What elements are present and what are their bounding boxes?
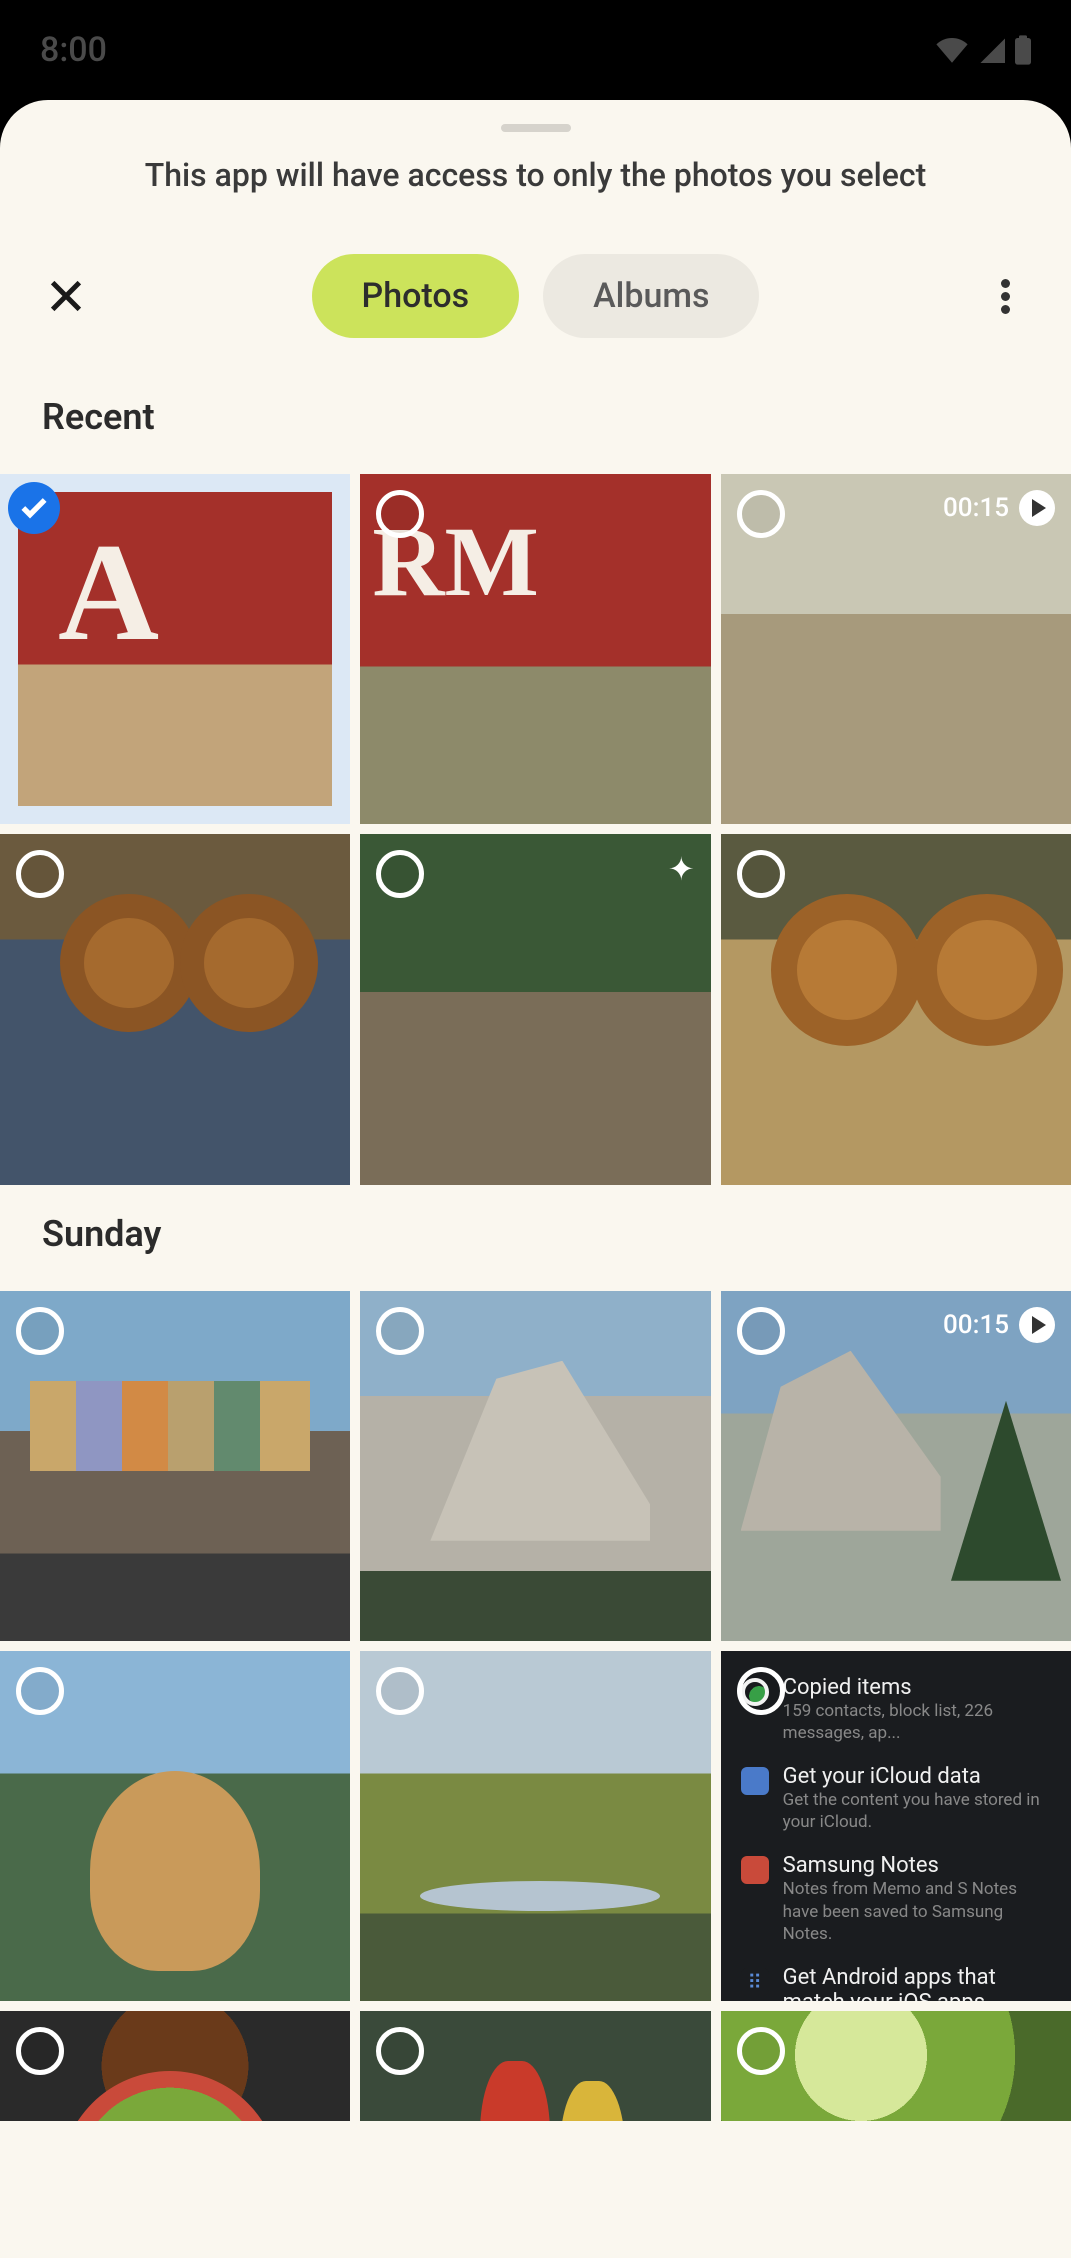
section-header-sunday: Sunday [0,1185,1071,1291]
notification-subtitle: 159 contacts, block list, 226 messages, … [783,1700,1051,1744]
video-thumbnail[interactable]: 00:15 [721,474,1071,824]
notification-subtitle: Notes from Memo and S Notes have been sa… [783,1878,1051,1944]
video-duration: 00:15 [943,493,1009,523]
photo-thumbnail[interactable] [0,2011,350,2121]
photo-thumbnail[interactable] [721,2011,1071,2121]
photo-thumbnail[interactable] [0,834,350,1184]
apps-grid-icon: ⠿ [741,1968,769,1996]
photo-thumbnail[interactable] [721,834,1071,1184]
notification-title: Copied items [783,1675,1051,1700]
selection-indicator[interactable] [737,850,785,898]
thumbnail-image [18,492,332,806]
check-icon [18,492,50,524]
photo-thumbnail[interactable] [0,474,350,824]
selection-indicator[interactable] [737,2027,785,2075]
close-button[interactable] [36,266,96,326]
photo-thumbnail[interactable]: ✦ [360,834,710,1184]
battery-icon [1015,35,1031,65]
close-icon [46,276,86,316]
selection-indicator[interactable] [737,490,785,538]
selection-indicator[interactable] [16,850,64,898]
play-icon [1019,1307,1055,1343]
video-duration: 00:15 [943,1310,1009,1340]
video-badge: 00:15 [943,490,1055,526]
selection-indicator[interactable] [376,490,424,538]
icloud-icon [741,1767,769,1795]
selection-indicator[interactable] [16,1667,64,1715]
drag-handle[interactable] [501,124,571,132]
photo-thumbnail[interactable] [0,1651,350,2001]
photo-thumbnail[interactable] [360,1291,710,1641]
status-bar: 8:00 [0,0,1071,100]
selection-indicator[interactable] [16,1307,64,1355]
photo-thumbnail[interactable] [360,2011,710,2121]
selection-indicator-checked[interactable] [8,482,60,534]
tab-albums[interactable]: Albums [543,254,759,338]
overflow-menu-button[interactable] [975,266,1035,326]
screen: 8:00 This app will have access to only t… [0,0,1071,2258]
status-icons [935,35,1031,65]
picker-tabs: Photos Albums [96,254,975,338]
tab-photos[interactable]: Photos [312,254,520,338]
selection-indicator[interactable] [737,1307,785,1355]
video-badge: 00:15 [943,1307,1055,1343]
sparkle-icon: ✦ [668,850,695,888]
notification-title: Get your iCloud data [783,1764,1051,1789]
notification-title: Get Android apps that match your iOS app… [783,1965,1051,2002]
selection-indicator[interactable] [376,1307,424,1355]
section-header-recent: Recent [0,368,1071,474]
notification-row: Samsung Notes Notes from Memo and S Note… [741,1843,1051,1954]
photo-thumbnail[interactable] [0,1291,350,1641]
grid-recent: 00:15 ✦ [0,474,1071,1185]
play-icon [1019,490,1055,526]
notification-row: ⠿ Get Android apps that match your iOS a… [741,1955,1051,2002]
photo-picker-sheet: This app will have access to only the ph… [0,100,1071,2258]
photo-thumbnail[interactable] [360,474,710,824]
notification-title: Samsung Notes [783,1853,1051,1878]
video-thumbnail[interactable]: 00:15 [721,1291,1071,1641]
wifi-icon [935,37,969,63]
grid-sunday: 00:15 Copied items [0,1291,1071,2122]
picker-header: Photos Albums [0,234,1071,368]
more-vert-icon [1001,275,1010,318]
notification-row: Copied items 159 contacts, block list, 2… [741,1665,1051,1754]
access-message: This app will have access to only the ph… [0,148,1071,234]
status-time: 8:00 [40,30,107,70]
photo-thumbnail[interactable] [360,1651,710,2001]
selection-indicator[interactable] [737,1667,785,1715]
notification-row: Get your iCloud data Get the content you… [741,1754,1051,1843]
photo-thumbnail[interactable]: Copied items 159 contacts, block list, 2… [721,1651,1071,2001]
cellular-icon [979,37,1005,63]
notification-subtitle: Get the content you have stored in your … [783,1789,1051,1833]
samsung-notes-icon [741,1856,769,1884]
